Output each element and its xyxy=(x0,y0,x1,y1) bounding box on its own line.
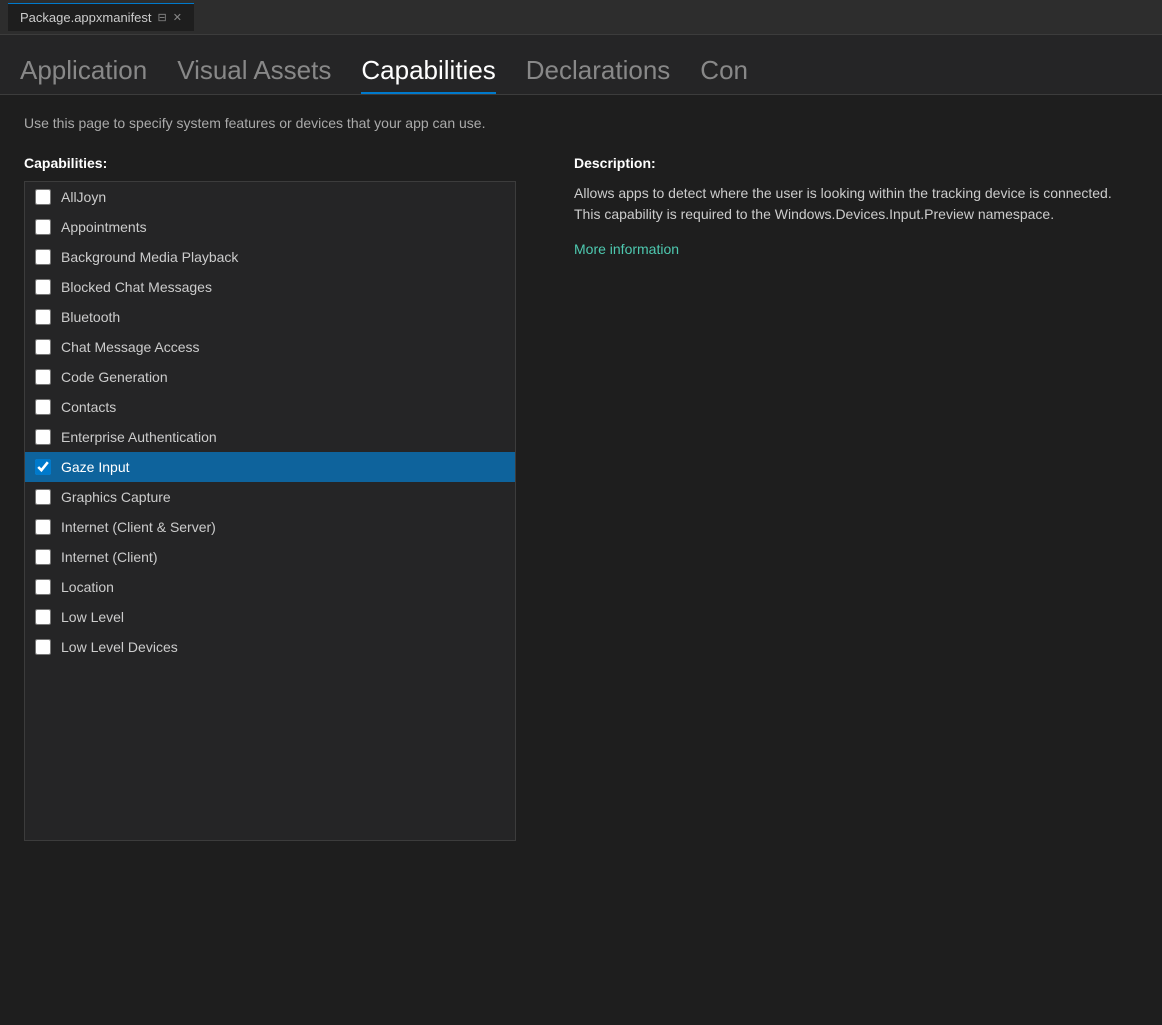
capabilities-label: Capabilities: xyxy=(24,155,534,171)
description-label: Description: xyxy=(574,155,1138,171)
capability-item-gaze-input[interactable]: Gaze Input xyxy=(25,452,515,482)
capability-item-chat-message-access[interactable]: Chat Message Access xyxy=(25,332,515,362)
capability-label-appointments: Appointments xyxy=(61,219,147,235)
capability-item-bluetooth[interactable]: Bluetooth xyxy=(25,302,515,332)
capability-label-contacts: Contacts xyxy=(61,399,116,415)
tab-application[interactable]: Application xyxy=(20,35,177,94)
capability-label-background-media-playback: Background Media Playback xyxy=(61,249,238,265)
capability-label-location: Location xyxy=(61,579,114,595)
capability-label-low-level: Low Level xyxy=(61,609,124,625)
capability-label-internet-client: Internet (Client) xyxy=(61,549,157,565)
capability-item-internet-client[interactable]: Internet (Client) xyxy=(25,542,515,572)
capability-item-low-level-devices[interactable]: Low Level Devices xyxy=(25,632,515,662)
more-info-link[interactable]: More information xyxy=(574,241,679,257)
capability-item-graphics-capture[interactable]: Graphics Capture xyxy=(25,482,515,512)
pin-icon[interactable]: ⊟ xyxy=(158,11,167,24)
page-content: Use this page to specify system features… xyxy=(0,95,1162,861)
checkbox-background-media-playback[interactable] xyxy=(35,249,51,265)
capabilities-list-container: AllJoyn Appointments Background Media Play… xyxy=(24,181,516,841)
capability-label-chat-message-access: Chat Message Access xyxy=(61,339,200,355)
checkbox-enterprise-authentication[interactable] xyxy=(35,429,51,445)
tab-declarations[interactable]: Declarations xyxy=(526,35,701,94)
capability-label-bluetooth: Bluetooth xyxy=(61,309,120,325)
tab-visual-assets[interactable]: Visual Assets xyxy=(177,35,361,94)
capability-label-graphics-capture: Graphics Capture xyxy=(61,489,171,505)
checkbox-appointments[interactable] xyxy=(35,219,51,235)
two-column-layout: Capabilities: AllJoyn Appointments Backgro… xyxy=(24,155,1138,841)
checkbox-blocked-chat-messages[interactable] xyxy=(35,279,51,295)
checkbox-contacts[interactable] xyxy=(35,399,51,415)
checkbox-code-generation[interactable] xyxy=(35,369,51,385)
capability-item-code-generation[interactable]: Code Generation xyxy=(25,362,515,392)
capability-item-enterprise-authentication[interactable]: Enterprise Authentication xyxy=(25,422,515,452)
capability-item-blocked-chat-messages[interactable]: Blocked Chat Messages xyxy=(25,272,515,302)
capability-label-blocked-chat-messages: Blocked Chat Messages xyxy=(61,279,212,295)
checkbox-location[interactable] xyxy=(35,579,51,595)
checkbox-chat-message-access[interactable] xyxy=(35,339,51,355)
checkbox-alljoyn[interactable] xyxy=(35,189,51,205)
capability-label-alljoyn: AllJoyn xyxy=(61,189,106,205)
capability-item-low-level[interactable]: Low Level xyxy=(25,602,515,632)
tab-con[interactable]: Con xyxy=(700,35,778,94)
capability-item-contacts[interactable]: Contacts xyxy=(25,392,515,422)
checkbox-low-level-devices[interactable] xyxy=(35,639,51,655)
title-bar: Package.appxmanifest ⊟ ✕ xyxy=(0,0,1162,35)
capability-label-low-level-devices: Low Level Devices xyxy=(61,639,178,655)
nav-tabs: ApplicationVisual AssetsCapabilitiesDecl… xyxy=(0,35,1162,95)
checkbox-low-level[interactable] xyxy=(35,609,51,625)
right-panel: Description: Allows apps to detect where… xyxy=(534,155,1138,841)
checkbox-bluetooth[interactable] xyxy=(35,309,51,325)
description-text: Allows apps to detect where the user is … xyxy=(574,183,1138,225)
capability-item-location[interactable]: Location xyxy=(25,572,515,602)
capability-label-gaze-input: Gaze Input xyxy=(61,459,130,475)
close-icon[interactable]: ✕ xyxy=(173,11,182,24)
checkbox-internet-client-server[interactable] xyxy=(35,519,51,535)
capability-label-enterprise-authentication: Enterprise Authentication xyxy=(61,429,217,445)
capability-item-appointments[interactable]: Appointments xyxy=(25,212,515,242)
checkbox-gaze-input[interactable] xyxy=(35,459,51,475)
title-bar-tab[interactable]: Package.appxmanifest ⊟ ✕ xyxy=(8,3,194,31)
left-panel: Capabilities: AllJoyn Appointments Backgro… xyxy=(24,155,534,841)
tab-filename: Package.appxmanifest xyxy=(20,10,152,25)
capability-label-code-generation: Code Generation xyxy=(61,369,168,385)
page-description: Use this page to specify system features… xyxy=(24,115,1138,131)
capability-item-internet-client-server[interactable]: Internet (Client & Server) xyxy=(25,512,515,542)
capabilities-list: AllJoyn Appointments Background Media Play… xyxy=(25,182,515,840)
capability-item-alljoyn[interactable]: AllJoyn xyxy=(25,182,515,212)
checkbox-internet-client[interactable] xyxy=(35,549,51,565)
capability-item-background-media-playback[interactable]: Background Media Playback xyxy=(25,242,515,272)
tab-capabilities[interactable]: Capabilities xyxy=(361,35,525,94)
capability-label-internet-client-server: Internet (Client & Server) xyxy=(61,519,216,535)
checkbox-graphics-capture[interactable] xyxy=(35,489,51,505)
